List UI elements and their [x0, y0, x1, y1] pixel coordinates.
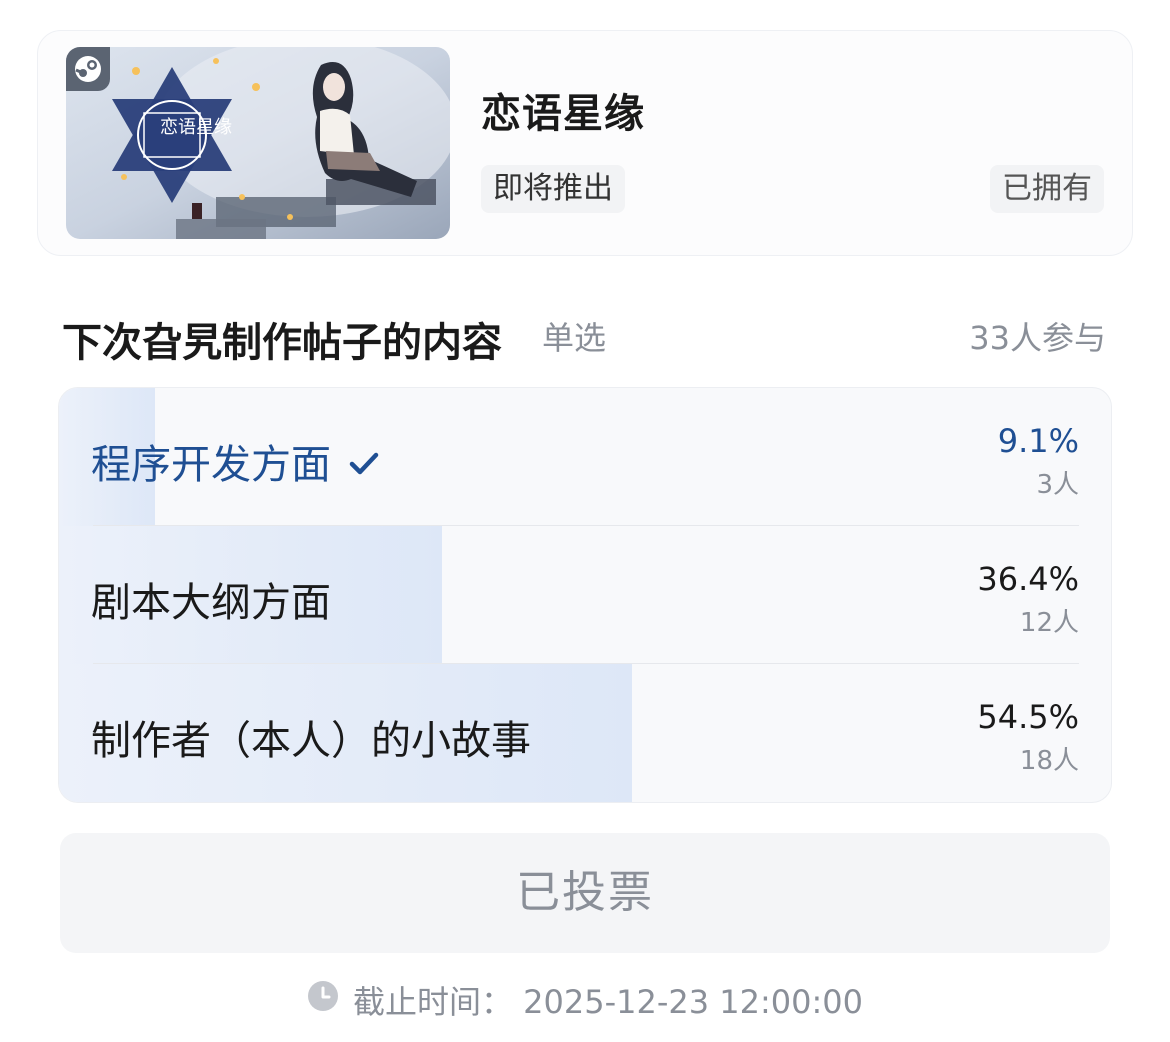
- poll-option-label: 剧本大纲方面: [91, 580, 331, 626]
- poll-option-2[interactable]: 制作者（本人）的小故事 54.5% 18人: [59, 664, 1111, 802]
- poll-option-votes: 12人: [1019, 608, 1079, 638]
- checkmark-icon: [349, 441, 379, 487]
- voted-button[interactable]: 已投票: [60, 833, 1110, 953]
- poll-participant-count: 33人参与: [969, 319, 1106, 357]
- poll-title: 下次旮旯制作帖子的内容: [62, 320, 502, 366]
- poll-options: 程序开发方面 9.1% 3人 剧本大纲方面 36.4% 12人 制作者（本人）的…: [58, 387, 1112, 803]
- poll-mode-label: 单选: [542, 319, 607, 357]
- steam-icon: [66, 47, 110, 91]
- poll-option-label: 程序开发方面: [91, 432, 379, 490]
- poll-option-percent: 54.5%: [977, 698, 1079, 736]
- game-title[interactable]: 恋语星缘: [481, 81, 645, 139]
- poll-option-votes: 18人: [1019, 746, 1079, 776]
- game-card[interactable]: 恋语星缘 恋语星缘 即将推出 已拥有: [37, 30, 1133, 256]
- clock-icon: [307, 980, 339, 1020]
- poll-option-votes: 3人: [1036, 470, 1079, 500]
- poll-option-text: 程序开发方面: [91, 442, 331, 488]
- deadline-text: 截止时间： 2025-12-23 12:00:00: [352, 983, 864, 1021]
- poll-option-percent: 9.1%: [997, 422, 1079, 460]
- poll-option-1[interactable]: 剧本大纲方面 36.4% 12人: [59, 526, 1111, 664]
- game-cover-image[interactable]: 恋语星缘: [66, 47, 450, 239]
- ownership-tag: 已拥有: [990, 165, 1104, 213]
- poll-deadline: 截止时间： 2025-12-23 12:00:00: [0, 975, 1170, 1025]
- poll-option-percent: 36.4%: [977, 560, 1079, 598]
- poll-option-label: 制作者（本人）的小故事: [91, 718, 531, 764]
- cover-artwork: 恋语星缘: [66, 47, 450, 239]
- poll-option-0[interactable]: 程序开发方面 9.1% 3人: [59, 388, 1111, 526]
- cover-logo-text-1: 恋语星缘: [160, 116, 232, 138]
- release-status-tag: 即将推出: [481, 165, 625, 213]
